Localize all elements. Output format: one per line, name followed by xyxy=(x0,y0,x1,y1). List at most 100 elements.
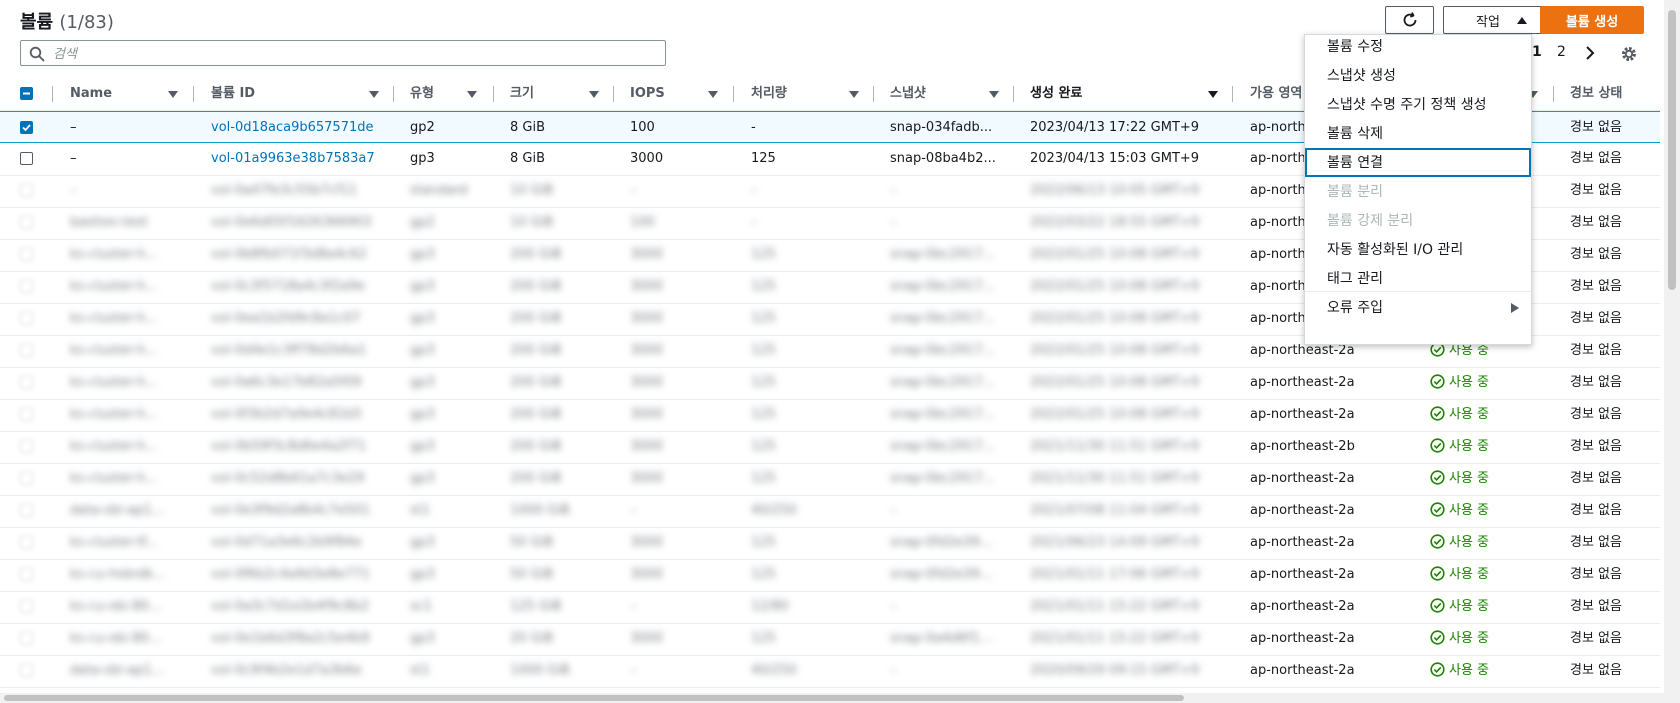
cell-iops: 100 xyxy=(630,215,655,230)
column-snapshot[interactable]: 스냅샷 xyxy=(890,78,926,110)
sort-iops-icon[interactable] xyxy=(708,91,718,98)
cell-name: data-sbi-ap1... xyxy=(70,503,165,518)
cell-volume-id[interactable]: vol-0c3f5718a4c3f2a9e xyxy=(211,271,365,303)
row-checkbox[interactable] xyxy=(20,600,33,613)
cell-type: gp3 xyxy=(410,343,435,358)
table-row[interactable]: ks-cluster-tf... vol-0d71a3e6c2b9f84e gp3 5… xyxy=(0,527,1660,560)
row-checkbox[interactable] xyxy=(20,536,33,549)
search-box[interactable] xyxy=(20,40,666,66)
sort-name-icon[interactable] xyxy=(168,91,178,98)
check-circle-icon xyxy=(1430,406,1445,421)
cell-volume-id[interactable]: vol-0e6d05f1626366903 xyxy=(211,207,372,239)
table-row[interactable]: data-sbi-ap1... vol-0e3f9d2a8b4c7e501 st1 1… xyxy=(0,495,1660,528)
menu-item-1[interactable]: 스냅샷 생성 xyxy=(1305,61,1531,90)
cell-volume-id[interactable]: vol-0b59f3c8d6e4a2f71 xyxy=(211,431,366,463)
menu-item-3[interactable]: 볼륨 삭제 xyxy=(1305,119,1531,148)
page-1-link[interactable]: 1 xyxy=(1532,44,1542,60)
vertical-scrollbar-thumb[interactable] xyxy=(1668,10,1676,290)
cell-volume-id[interactable]: vol-0e3f9d2a8b4c7e501 xyxy=(211,495,370,527)
vertical-scrollbar[interactable] xyxy=(1664,0,1680,703)
table-row[interactable]: data-sbi-ap1... vol-0c9f4b2e1d7a3b6e st1 10… xyxy=(0,655,1660,688)
row-checkbox[interactable] xyxy=(20,664,33,677)
column-volume-id[interactable]: 볼륨 ID xyxy=(211,78,255,110)
cell-volume-id[interactable]: vol-0d4e1c3ff78d2b6a1 xyxy=(211,335,366,367)
row-checkbox[interactable] xyxy=(20,248,33,261)
cell-volume-id[interactable]: vol-0a3c7d1e2b4f9c8b2 xyxy=(211,591,369,623)
cell-volume-id[interactable]: vol-0a47fe3c55b7cf11 xyxy=(211,175,357,207)
horizontal-scrollbar[interactable] xyxy=(0,693,1664,703)
cell-iops: 3000 xyxy=(630,567,664,582)
menu-item-0[interactable]: 볼륨 수정 xyxy=(1305,32,1531,61)
cell-iops: 3000 xyxy=(630,439,664,454)
menu-item-4[interactable]: 볼륨 연결 xyxy=(1305,148,1531,177)
row-checkbox[interactable] xyxy=(20,472,33,485)
sort-throughput-icon[interactable] xyxy=(849,91,859,98)
cell-volume-id[interactable]: vol-0c9f4b2e1d7a3b6e xyxy=(211,655,362,687)
row-checkbox[interactable] xyxy=(20,184,33,197)
row-checkbox[interactable] xyxy=(20,152,33,165)
menu-item-2[interactable]: 스냅샷 수명 주기 정책 생성 xyxy=(1305,90,1531,119)
column-iops[interactable]: IOPS xyxy=(630,78,665,110)
cell-alarm: 경보 없음 xyxy=(1570,183,1622,198)
row-checkbox[interactable] xyxy=(20,312,33,325)
cell-type: gp3 xyxy=(410,631,435,646)
sort-snapshot-icon[interactable] xyxy=(989,91,999,98)
row-checkbox[interactable] xyxy=(20,344,33,357)
cell-volume-id[interactable]: vol-0b8fb071f3d8a4c62 xyxy=(211,239,367,271)
row-checkbox[interactable] xyxy=(20,568,33,581)
table-row[interactable]: ks-cu-hsbrdk... vol-0f6b2c4a9d3e8e771 gp3 5… xyxy=(0,559,1660,592)
column-throughput[interactable]: 처리량 xyxy=(751,78,787,110)
cell-volume-id[interactable]: vol-0f6b2c4a9d3e8e771 xyxy=(211,559,370,591)
gear-icon[interactable] xyxy=(1620,45,1638,63)
sort-size-icon[interactable] xyxy=(589,91,599,98)
select-all-checkbox[interactable] xyxy=(20,87,33,100)
table-row[interactable]: ks-cluster-h... vol-0f3b2d7a9e4c81b5 gp3 20… xyxy=(0,399,1660,432)
menu-item-9[interactable]: 오류 주입 xyxy=(1305,293,1531,324)
cell-volume-id[interactable]: vol-0c52d8b61a7c3e29 xyxy=(211,463,364,495)
cell-created: 2022/01/25 10:08 GMT+9 xyxy=(1030,375,1200,390)
cell-volume-id[interactable]: vol-0e1b6d3f8a2c5e4b9 xyxy=(211,623,370,655)
column-size[interactable]: 크기 xyxy=(510,78,534,110)
sort-type-icon[interactable] xyxy=(467,91,477,98)
cell-throughput: 125 xyxy=(751,407,776,422)
cell-snapshot: snap-0bc2917... xyxy=(890,439,996,454)
row-checkbox[interactable] xyxy=(20,121,33,134)
table-row[interactable]: ks-cluster-h... vol-0c52d8b61a7c3e29 gp3 20… xyxy=(0,463,1660,496)
column-type[interactable]: 유형 xyxy=(410,78,434,110)
row-checkbox[interactable] xyxy=(20,632,33,645)
row-checkbox[interactable] xyxy=(20,280,33,293)
cell-volume-id[interactable]: vol-0a6c3e17b82a5f09 xyxy=(211,367,362,399)
horizontal-scrollbar-thumb[interactable] xyxy=(4,695,1184,701)
cell-volume-id[interactable]: vol-0d71a3e6c2b9f84e xyxy=(211,527,362,559)
column-created[interactable]: 생성 완료 xyxy=(1030,78,1082,110)
table-row[interactable]: ks-cu-sbi-80... vol-0a3c7d1e2b4f9c8b2 sc1 1… xyxy=(0,591,1660,624)
column-az[interactable]: 가용 영역 xyxy=(1250,78,1302,110)
menu-item-7[interactable]: 자동 활성화된 I/O 관리 xyxy=(1305,235,1531,264)
search-input[interactable] xyxy=(51,43,655,65)
cell-snapshot: – xyxy=(890,503,897,518)
column-name[interactable]: Name xyxy=(70,78,112,110)
menu-item-8[interactable]: 태그 관리 xyxy=(1305,264,1531,293)
page-2-link[interactable]: 2 xyxy=(1557,44,1566,60)
sort-volume-id-icon[interactable] xyxy=(369,91,379,98)
cell-volume-id[interactable]: vol-0d18aca9b657571de xyxy=(211,112,374,144)
create-volume-button[interactable]: 볼륨 생성 xyxy=(1540,6,1644,34)
actions-menu: 볼륨 수정 스냅샷 생성 스냅샷 수명 주기 정책 생성 볼륨 삭제 볼륨 연결 볼륨 분… xyxy=(1304,34,1532,345)
table-row[interactable]: ks-cluster-h... vol-0a6c3e17b82a5f09 gp3 20… xyxy=(0,367,1660,400)
row-checkbox[interactable] xyxy=(20,216,33,229)
table-row[interactable]: ks-cu-sbi-80... vol-0e1b6d3f8a2c5e4b9 gp3 2… xyxy=(0,623,1660,656)
row-checkbox[interactable] xyxy=(20,504,33,517)
chevron-right-icon[interactable] xyxy=(1584,45,1596,61)
row-checkbox[interactable] xyxy=(20,408,33,421)
row-checkbox[interactable] xyxy=(20,440,33,453)
cell-throughput: 125 xyxy=(751,439,776,454)
refresh-button[interactable] xyxy=(1385,6,1434,34)
row-checkbox[interactable] xyxy=(20,376,33,389)
cell-volume-id[interactable]: vol-01a9963e38b7583a7 xyxy=(211,143,375,175)
cell-volume-id[interactable]: vol-0f3b2d7a9e4c81b5 xyxy=(211,399,362,431)
table-row[interactable]: ks-cluster-h... vol-0b59f3c8d6e4a2f71 gp3 2… xyxy=(0,431,1660,464)
cell-az: ap-northeast-2b xyxy=(1250,439,1355,454)
sort-created-icon[interactable] xyxy=(1208,91,1218,98)
column-alarm[interactable]: 경보 상태 xyxy=(1570,78,1622,110)
cell-volume-id[interactable]: vol-0ea1b2fd9c8a1c07 xyxy=(211,303,360,335)
